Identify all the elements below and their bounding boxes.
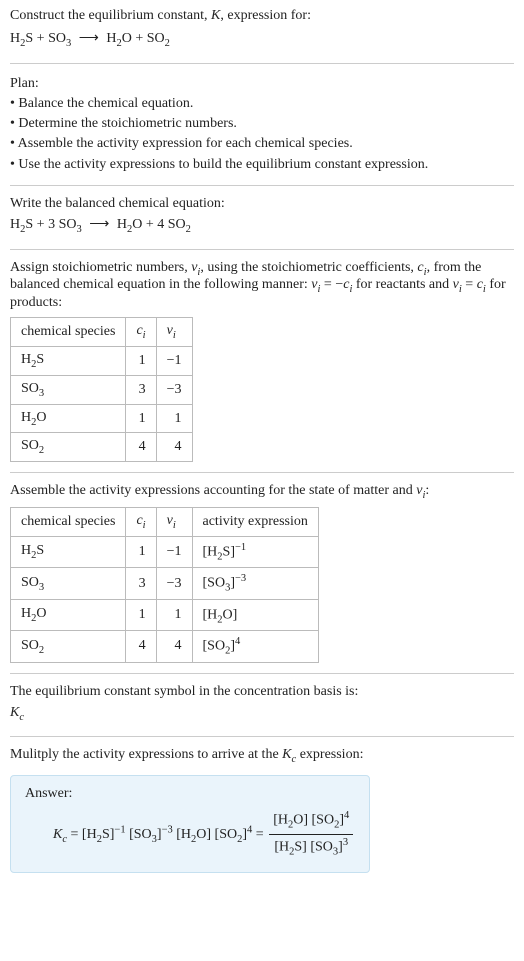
assemble-section: Assemble the activity expressions accoun… [10, 483, 514, 501]
answer-equation: Kc = [H2S]−1 [SO3]−3 [H2O] [SO2]4 = [H2O… [25, 808, 355, 862]
balanced-title: Write the balanced chemical equation: [10, 196, 514, 212]
balanced-equation: H2S + 3 SO3 ⟶ H2O + 4 SO2 [10, 214, 514, 239]
header-K: K [211, 8, 220, 23]
table-row: H2O 1 1 [H2O] [11, 599, 319, 630]
activity-table: chemical species ci νi activity expressi… [10, 507, 319, 663]
divider [10, 736, 514, 737]
table-row: SO2 4 4 [11, 433, 193, 462]
col-nu: νi [156, 508, 192, 537]
table-row: H2S 1 −1 [H2S]−1 [11, 536, 319, 567]
divider [10, 185, 514, 186]
assign-section: Assign stoichiometric numbers, νi, using… [10, 260, 514, 312]
header-text: Construct the equilibrium constant, [10, 8, 211, 23]
table-row: SO3 3 −3 [11, 375, 193, 404]
table-header-row: chemical species ci νi [11, 318, 193, 347]
col-species: chemical species [11, 318, 126, 347]
col-nu: νi [156, 318, 192, 347]
divider [10, 63, 514, 64]
table-row: H2O 1 1 [11, 404, 193, 433]
answer-box: Answer: Kc = [H2S]−1 [SO3]−3 [H2O] [SO2]… [10, 775, 370, 873]
question-header: Construct the equilibrium constant, K, e… [10, 8, 514, 24]
arrow-icon: ⟶ [89, 217, 109, 232]
table-row: H2S 1 −1 [11, 347, 193, 376]
answer-label: Answer: [25, 786, 355, 802]
plan-section: Plan: • Balance the chemical equation. •… [10, 74, 514, 175]
arrow-icon: ⟶ [79, 31, 99, 46]
header-suffix: , expression for: [220, 8, 311, 23]
plan-bullet: • Determine the stoichiometric numbers. [10, 114, 514, 134]
initial-equation: H2S + SO3 ⟶ H2O + SO2 [10, 28, 514, 53]
col-c: ci [126, 318, 156, 347]
fraction: [H2O] [SO2]4[H2S] [SO3]3 [269, 808, 353, 862]
plan-title: Plan: [10, 74, 514, 94]
col-c: ci [126, 508, 156, 537]
col-activity: activity expression [192, 508, 318, 537]
multiply-section: Mulitply the activity expressions to arr… [10, 747, 514, 765]
divider [10, 673, 514, 674]
plan-bullet: • Use the activity expressions to build … [10, 155, 514, 175]
table-row: SO2 4 4 [SO2]4 [11, 631, 319, 662]
balanced-section: Write the balanced chemical equation: H2… [10, 196, 514, 239]
plan-bullet: • Assemble the activity expression for e… [10, 134, 514, 154]
table-row: SO3 3 −3 [SO3]−3 [11, 568, 319, 599]
col-species: chemical species [11, 508, 126, 537]
divider [10, 472, 514, 473]
plan-bullet: • Balance the chemical equation. [10, 94, 514, 114]
stoichiometry-table: chemical species ci νi H2S 1 −1 SO3 3 −3… [10, 317, 193, 462]
concentration-basis: The equilibrium constant symbol in the c… [10, 684, 514, 727]
divider [10, 249, 514, 250]
table-header-row: chemical species ci νi activity expressi… [11, 508, 319, 537]
